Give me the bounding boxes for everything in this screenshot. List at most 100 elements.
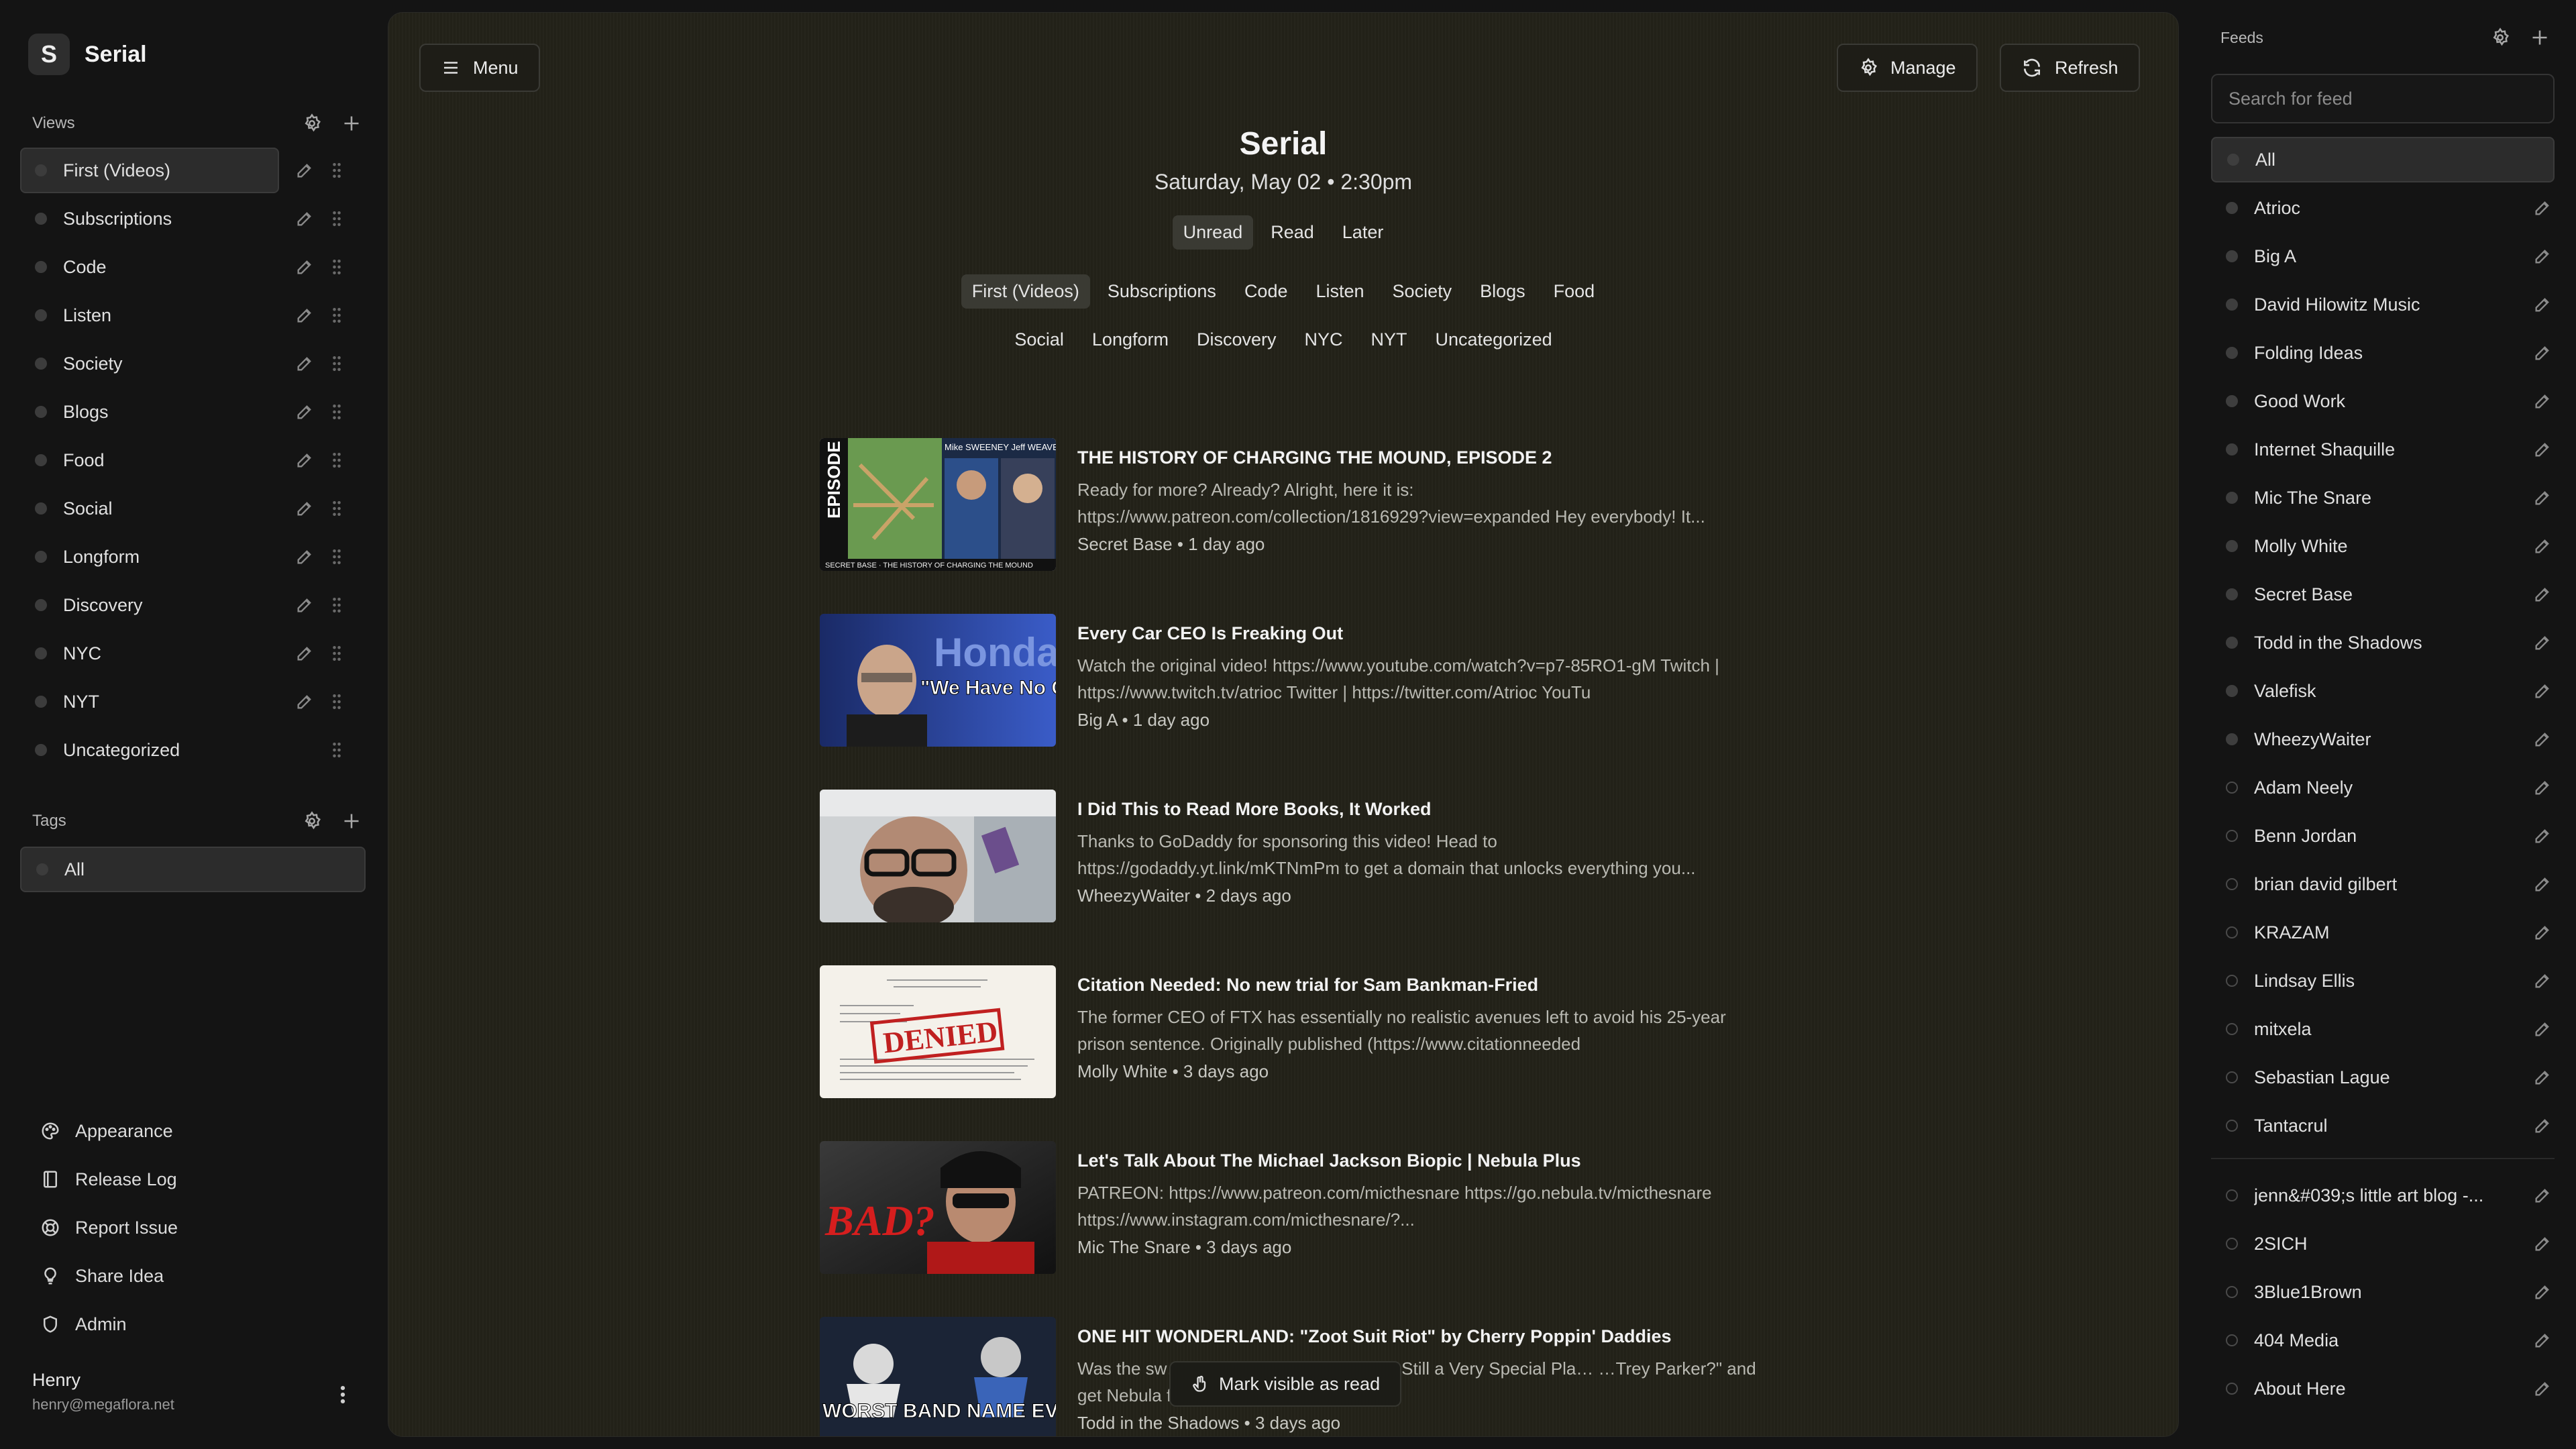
views-settings-gear-icon[interactable] xyxy=(302,113,322,133)
view-tab[interactable]: Social xyxy=(1004,323,1075,357)
view-tab[interactable]: Subscriptions xyxy=(1097,274,1227,309)
item-title[interactable]: Citation Needed: No new trial for Sam Ba… xyxy=(1077,975,1762,996)
feed-source-item[interactable]: jenn&#039;s little art blog -... xyxy=(2211,1173,2555,1218)
edit-pencil-icon[interactable] xyxy=(2533,1379,2552,1398)
edit-pencil-icon[interactable] xyxy=(295,354,314,373)
edit-pencil-icon[interactable] xyxy=(2533,392,2552,411)
edit-pencil-icon[interactable] xyxy=(2533,1068,2552,1087)
feed-source-item[interactable]: Mic The Snare xyxy=(2211,475,2555,521)
drag-handle-icon[interactable] xyxy=(332,209,341,228)
status-tab[interactable]: Later xyxy=(1332,215,1395,250)
edit-pencil-icon[interactable] xyxy=(2533,682,2552,700)
view-tab[interactable]: Society xyxy=(1382,274,1463,309)
tag-item-all[interactable]: All xyxy=(20,847,366,892)
manage-button[interactable]: Manage xyxy=(1837,44,1978,92)
item-title[interactable]: Let's Talk About The Michael Jackson Bio… xyxy=(1077,1150,1762,1171)
view-tab[interactable]: Longform xyxy=(1081,323,1179,357)
user-more-vertical-icon[interactable] xyxy=(334,1383,352,1406)
drag-handle-icon[interactable] xyxy=(332,354,341,373)
item-title[interactable]: ONE HIT WONDERLAND: "Zoot Suit Riot" by … xyxy=(1077,1326,1762,1347)
tags-add-plus-icon[interactable] xyxy=(342,812,361,830)
feed-source-item[interactable]: All xyxy=(2211,137,2555,182)
feed-source-item[interactable]: Adam Neely xyxy=(2211,765,2555,810)
edit-pencil-icon[interactable] xyxy=(295,402,314,421)
feed-item[interactable]: DENIED Citation Needed: No new trial for… xyxy=(820,965,1759,1141)
feed-item[interactable]: Honda "We Have No Chance" Every Car CEO … xyxy=(820,614,1759,790)
drag-handle-icon[interactable] xyxy=(332,258,341,276)
feed-item[interactable]: I Did This to Read More Books, It Worked… xyxy=(820,790,1759,965)
edit-pencil-icon[interactable] xyxy=(295,161,314,180)
feed-source-item[interactable]: Good Work xyxy=(2211,378,2555,424)
feed-source-item[interactable]: Big A xyxy=(2211,233,2555,279)
feed-item[interactable]: EPISODE 2 SECRET BASE · THE HISTORY OF C… xyxy=(820,438,1759,614)
menu-button[interactable]: Menu xyxy=(419,44,540,92)
feed-source-item[interactable]: Lindsay Ellis xyxy=(2211,958,2555,1004)
edit-pencil-icon[interactable] xyxy=(2533,633,2552,652)
admin-link[interactable]: Admin xyxy=(40,1300,178,1348)
feeds-settings-gear-icon[interactable] xyxy=(2490,28,2510,48)
view-item[interactable]: Food xyxy=(20,437,366,483)
drag-handle-icon[interactable] xyxy=(332,741,341,759)
feed-source-item[interactable]: Molly White xyxy=(2211,523,2555,569)
brand[interactable]: S Serial xyxy=(28,34,147,75)
edit-pencil-icon[interactable] xyxy=(295,596,314,614)
feed-source-item[interactable]: KRAZAM xyxy=(2211,910,2555,955)
release-log-link[interactable]: Release Log xyxy=(40,1155,178,1203)
edit-pencil-icon[interactable] xyxy=(2533,295,2552,314)
edit-pencil-icon[interactable] xyxy=(2533,1186,2552,1205)
edit-pencil-icon[interactable] xyxy=(2533,826,2552,845)
view-item[interactable]: First (Videos) xyxy=(20,148,366,193)
view-item[interactable]: NYC xyxy=(20,631,366,676)
view-tab[interactable]: Listen xyxy=(1305,274,1375,309)
feed-source-item[interactable]: Secret Base xyxy=(2211,572,2555,617)
edit-pencil-icon[interactable] xyxy=(295,258,314,276)
edit-pencil-icon[interactable] xyxy=(295,644,314,663)
feed-source-item[interactable]: brian david gilbert xyxy=(2211,861,2555,907)
feed-source-item[interactable]: WheezyWaiter xyxy=(2211,716,2555,762)
edit-pencil-icon[interactable] xyxy=(2533,537,2552,555)
drag-handle-icon[interactable] xyxy=(332,402,341,421)
tags-settings-gear-icon[interactable] xyxy=(302,811,322,831)
edit-pencil-icon[interactable] xyxy=(2533,778,2552,797)
view-item[interactable]: Code xyxy=(20,244,366,290)
feed-item[interactable]: BAD? Let's Talk About The Michael Jackso… xyxy=(820,1141,1759,1317)
view-item[interactable]: Listen xyxy=(20,292,366,338)
feed-source-item[interactable]: mitxela xyxy=(2211,1006,2555,1052)
view-tab[interactable]: NYT xyxy=(1360,323,1418,357)
view-tab[interactable]: Code xyxy=(1234,274,1299,309)
view-tab[interactable]: First (Videos) xyxy=(961,274,1090,309)
view-tab[interactable]: Discovery xyxy=(1186,323,1287,357)
feed-source-item[interactable]: Atrioc xyxy=(2211,185,2555,231)
drag-handle-icon[interactable] xyxy=(332,644,341,663)
edit-pencil-icon[interactable] xyxy=(2533,585,2552,604)
edit-pencil-icon[interactable] xyxy=(295,547,314,566)
item-title[interactable]: I Did This to Read More Books, It Worked xyxy=(1077,799,1762,820)
view-tab[interactable]: Uncategorized xyxy=(1425,323,1563,357)
feed-source-item[interactable]: Todd in the Shadows xyxy=(2211,620,2555,665)
view-tab[interactable]: NYC xyxy=(1294,323,1354,357)
feed-source-item[interactable]: 3Blue1Brown xyxy=(2211,1269,2555,1315)
drag-handle-icon[interactable] xyxy=(332,499,341,518)
status-tab[interactable]: Unread xyxy=(1172,215,1254,250)
edit-pencil-icon[interactable] xyxy=(295,692,314,711)
view-tab[interactable]: Blogs xyxy=(1469,274,1536,309)
edit-pencil-icon[interactable] xyxy=(295,499,314,518)
edit-pencil-icon[interactable] xyxy=(2533,875,2552,894)
drag-handle-icon[interactable] xyxy=(332,596,341,614)
edit-pencil-icon[interactable] xyxy=(2533,923,2552,942)
drag-handle-icon[interactable] xyxy=(332,161,341,180)
drag-handle-icon[interactable] xyxy=(332,451,341,470)
view-item[interactable]: Blogs xyxy=(20,389,366,435)
share-idea-link[interactable]: Share Idea xyxy=(40,1252,178,1300)
edit-pencil-icon[interactable] xyxy=(2533,1234,2552,1253)
edit-pencil-icon[interactable] xyxy=(2533,1020,2552,1038)
edit-pencil-icon[interactable] xyxy=(295,451,314,470)
appearance-link[interactable]: Appearance xyxy=(40,1107,178,1155)
view-item[interactable]: NYT xyxy=(20,679,366,724)
mark-visible-read-button[interactable]: Mark visible as read xyxy=(1169,1361,1402,1407)
edit-pencil-icon[interactable] xyxy=(2533,488,2552,507)
feed-search-input[interactable] xyxy=(2211,74,2555,123)
edit-pencil-icon[interactable] xyxy=(295,306,314,325)
feed-source-item[interactable]: 404 Media xyxy=(2211,1318,2555,1363)
view-item[interactable]: Uncategorized xyxy=(20,727,366,773)
